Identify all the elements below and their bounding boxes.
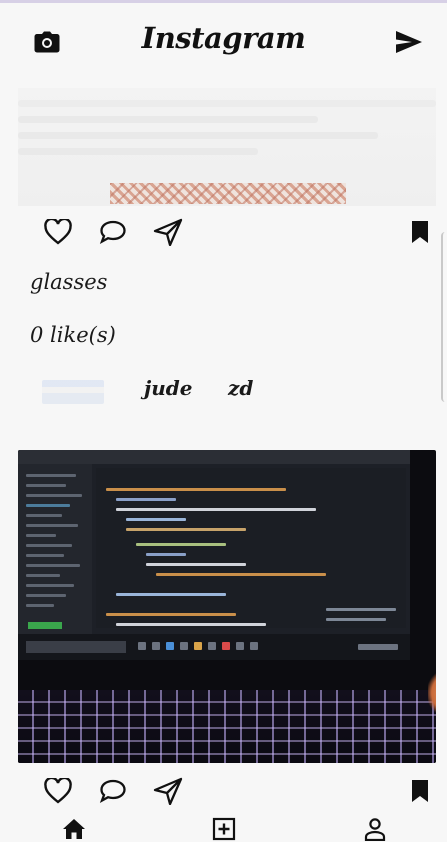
- send-icon[interactable]: [394, 27, 424, 57]
- app-screen: Instagram glasses 0 like(s) jude zd: [0, 0, 447, 842]
- app-header: Instagram: [0, 3, 447, 79]
- photo-keyboard: [18, 690, 436, 763]
- post-user-row: jude zd: [42, 376, 422, 408]
- heart-icon[interactable]: [42, 216, 74, 248]
- post-photo[interactable]: [18, 450, 436, 763]
- profile-icon[interactable]: [360, 816, 390, 842]
- post-caption: glasses: [30, 270, 108, 294]
- post-actions-2: [0, 775, 447, 809]
- bookmark-icon[interactable]: [404, 775, 436, 807]
- bookmark-icon[interactable]: [404, 216, 436, 248]
- post-actions: [0, 216, 447, 250]
- app-logo-title: Instagram: [141, 21, 306, 55]
- heart-icon[interactable]: [42, 775, 74, 807]
- post-likes: 0 like(s): [30, 323, 116, 347]
- share-icon[interactable]: [152, 216, 184, 248]
- image-pattern-strip: [110, 183, 346, 204]
- home-icon[interactable]: [59, 816, 89, 842]
- add-post-icon[interactable]: [209, 816, 239, 842]
- comment-icon[interactable]: [97, 775, 129, 807]
- user-name[interactable]: jude: [144, 376, 193, 400]
- photo-monitor-screen: [18, 450, 410, 660]
- user-handle: zd: [228, 376, 254, 400]
- share-icon[interactable]: [152, 775, 184, 807]
- bottom-nav: [0, 812, 447, 842]
- post-image[interactable]: [18, 88, 436, 206]
- scrollbar[interactable]: [441, 232, 447, 402]
- comment-icon[interactable]: [97, 216, 129, 248]
- avatar[interactable]: [42, 380, 104, 404]
